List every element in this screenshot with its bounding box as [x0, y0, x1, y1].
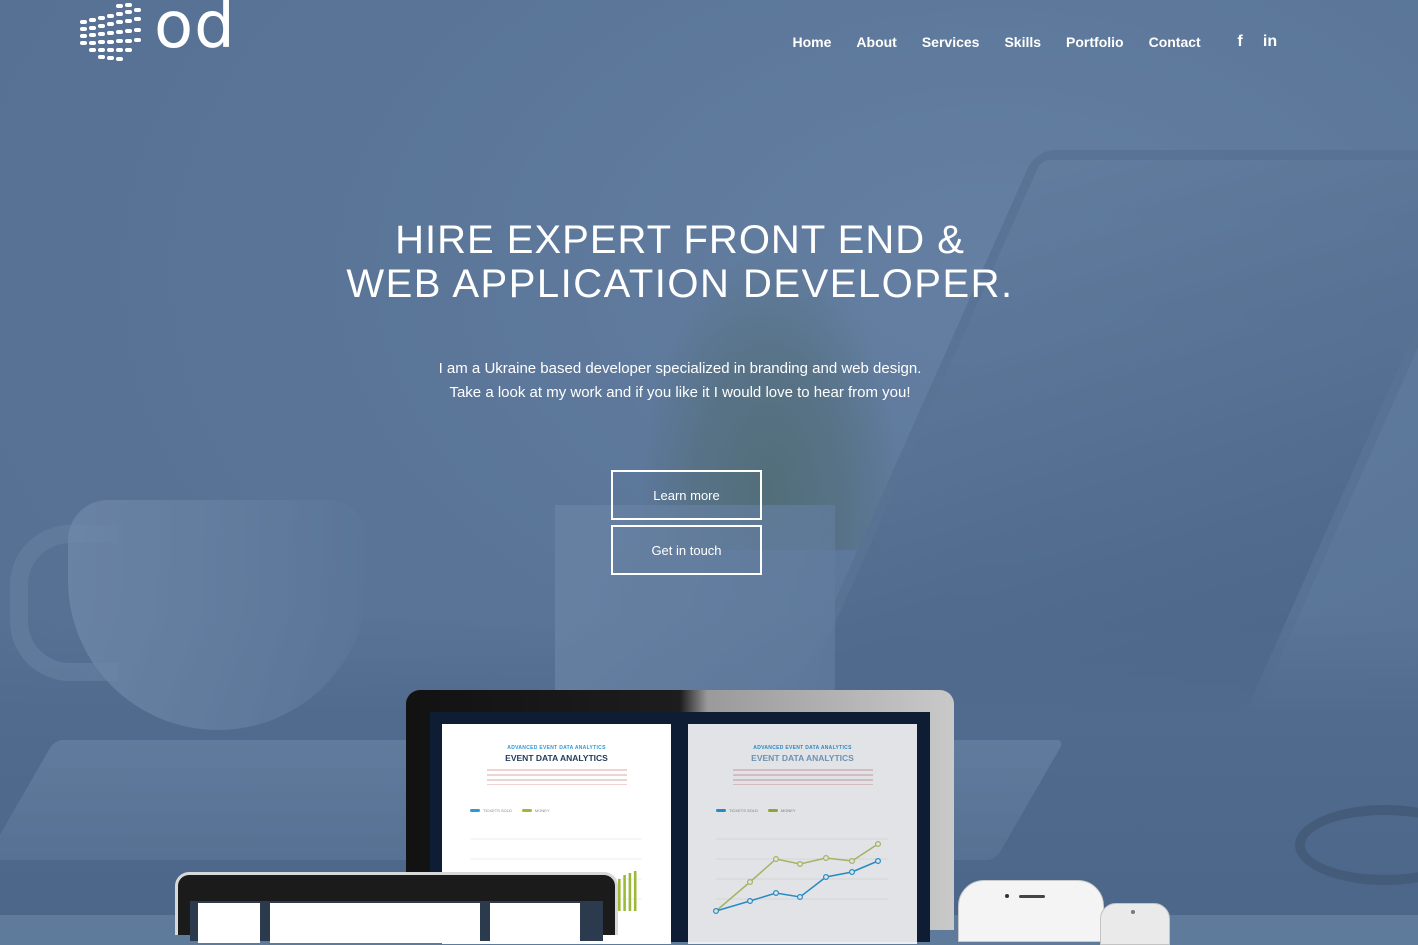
legend-swatch-green [767, 809, 778, 813]
phone-speaker [1019, 895, 1045, 898]
facebook-icon[interactable]: f [1232, 33, 1248, 51]
legend-label: TICKETS SOLD [729, 808, 758, 813]
hero-subtitle: I am a Ukraine based developer specializ… [0, 357, 1360, 405]
legend-swatch-green [521, 809, 532, 813]
sheet-legend: TICKETS SOLD MONEY [470, 808, 550, 813]
learn-more-button[interactable]: Learn more [611, 470, 762, 520]
bar [628, 873, 632, 911]
sheet-body-text [732, 769, 873, 785]
nav-services[interactable]: Services [909, 33, 992, 51]
bar [618, 879, 621, 911]
logo-text: od [154, 0, 236, 63]
legend-swatch-blue [470, 809, 480, 813]
tablet-mockup [175, 872, 618, 943]
linkedin-icon[interactable]: in [1262, 33, 1278, 51]
legend-item: MONEY [767, 808, 796, 813]
nav-portfolio[interactable]: Portfolio [1054, 33, 1137, 51]
legend-item: TICKETS SOLD [716, 808, 758, 813]
legend-swatch-blue [716, 809, 726, 813]
nav-skills[interactable]: Skills [992, 33, 1054, 51]
phone-camera-icon [1131, 910, 1135, 914]
site-logo[interactable]: od [78, 0, 236, 66]
sheet-overline: ADVANCED EVENT DATA ANALYTICS [753, 745, 852, 751]
sheet-body-text [486, 769, 627, 785]
nav-home[interactable]: Home [780, 33, 844, 51]
legend-label: TICKETS SOLD [483, 808, 512, 813]
legend-label: MONEY [780, 808, 796, 813]
nav-about[interactable]: About [844, 33, 909, 51]
phone-mockup-small [1100, 903, 1170, 945]
legend-item: MONEY [521, 808, 550, 813]
analytics-sheet-right: ADVANCED EVENT DATA ANALYTICS EVENT DATA… [688, 724, 917, 944]
hero-title-line2: WEB APPLICATION DEVELOPER. [346, 262, 1014, 306]
sheet-legend: TICKETS SOLD MONEY [716, 808, 796, 813]
nav-contact[interactable]: Contact [1136, 33, 1213, 51]
tablet-screen [190, 901, 603, 943]
get-in-touch-button[interactable]: Get in touch [611, 525, 762, 575]
sheet-title: EVENT DATA ANALYTICS [751, 753, 854, 763]
tablet-card [198, 903, 260, 943]
phone-camera-icon [1005, 894, 1009, 898]
legend-label: MONEY [534, 808, 550, 813]
sheet-title: EVENT DATA ANALYTICS [505, 753, 608, 763]
bar [623, 875, 626, 911]
hero-subtitle-line2: Take a look at my work and if you like i… [449, 384, 911, 401]
main-nav: Home About Services Skills Portfolio Con… [780, 33, 1213, 51]
line-chart-graphic [713, 838, 888, 914]
hero-title-line1: HIRE EXPERT FRONT END & [395, 218, 965, 262]
tablet-card [490, 903, 580, 943]
tablet-card [270, 903, 480, 943]
hero-subtitle-line1: I am a Ukraine based developer specializ… [438, 360, 922, 377]
bar [633, 871, 637, 911]
phone-mockup [958, 880, 1104, 942]
social-links: f in [1232, 33, 1278, 51]
legend-item: TICKETS SOLD [470, 808, 512, 813]
logo-dots-icon [80, 3, 141, 61]
sheet-overline: ADVANCED EVENT DATA ANALYTICS [507, 745, 606, 751]
hero-title: HIRE EXPERT FRONT END & WEB APPLICATION … [0, 218, 1360, 306]
